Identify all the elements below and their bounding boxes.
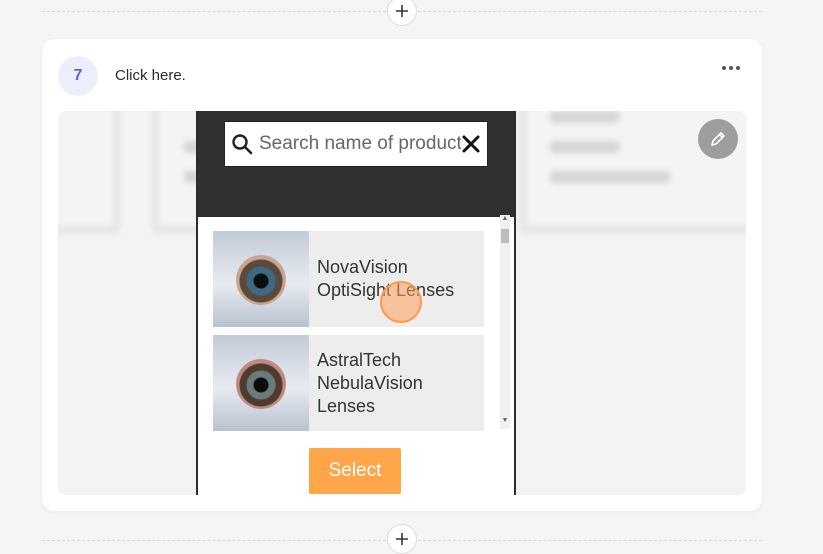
product-name-line: AstralTech — [317, 349, 402, 370]
scroll-up-arrow-icon[interactable]: ▲ — [500, 215, 510, 222]
product-name-line: NebulaVision — [317, 372, 423, 393]
step-screenshot[interactable]: Search name of product NovaVision OptiSi… — [58, 111, 746, 495]
select-button[interactable]: Select — [309, 448, 401, 494]
product-name-line: Lenses — [317, 395, 376, 416]
product-name-line: NovaVision — [317, 257, 408, 277]
product-image — [213, 231, 309, 327]
plus-icon — [396, 5, 408, 17]
list-scrollbar[interactable]: ▲ ▼ — [500, 215, 510, 429]
scroll-down-arrow-icon[interactable]: ▼ — [500, 417, 510, 424]
search-icon — [232, 134, 253, 155]
more-options-button[interactable] — [718, 59, 744, 77]
product-list[interactable]: NovaVision OptiSight Lenses AstralTech N… — [198, 215, 514, 433]
product-item[interactable]: AstralTech NebulaVision Lenses — [213, 335, 484, 431]
pencil-icon — [711, 132, 725, 146]
more-horizontal-icon — [722, 66, 726, 70]
eye-image — [236, 359, 286, 409]
plus-icon — [396, 533, 408, 545]
phone-mockup: Search name of product NovaVision OptiSi… — [196, 111, 516, 495]
blurred-text — [550, 171, 670, 183]
blurred-text — [550, 141, 620, 153]
step-instruction[interactable]: Click here. — [115, 67, 186, 84]
search-input[interactable]: Search name of product — [224, 121, 488, 167]
click-indicator — [380, 281, 422, 323]
edit-screenshot-button[interactable] — [698, 119, 738, 159]
scroll-thumb[interactable] — [501, 229, 509, 243]
close-icon[interactable] — [461, 134, 481, 154]
search-placeholder: Search name of product — [259, 133, 461, 154]
blurred-panel-left — [58, 111, 120, 233]
add-step-above-button[interactable] — [387, 0, 417, 26]
eye-image — [236, 255, 286, 305]
product-name: AstralTech NebulaVision Lenses — [309, 335, 423, 431]
product-image — [213, 335, 309, 431]
phone-header: Search name of product — [198, 111, 514, 215]
blurred-text — [550, 111, 620, 123]
step-card: 7 Click here. Search name of product Nov… — [42, 39, 762, 511]
product-name: NovaVision OptiSight Lenses — [309, 231, 454, 327]
product-item[interactable]: NovaVision OptiSight Lenses — [213, 231, 484, 327]
step-number-badge: 7 — [58, 56, 98, 96]
